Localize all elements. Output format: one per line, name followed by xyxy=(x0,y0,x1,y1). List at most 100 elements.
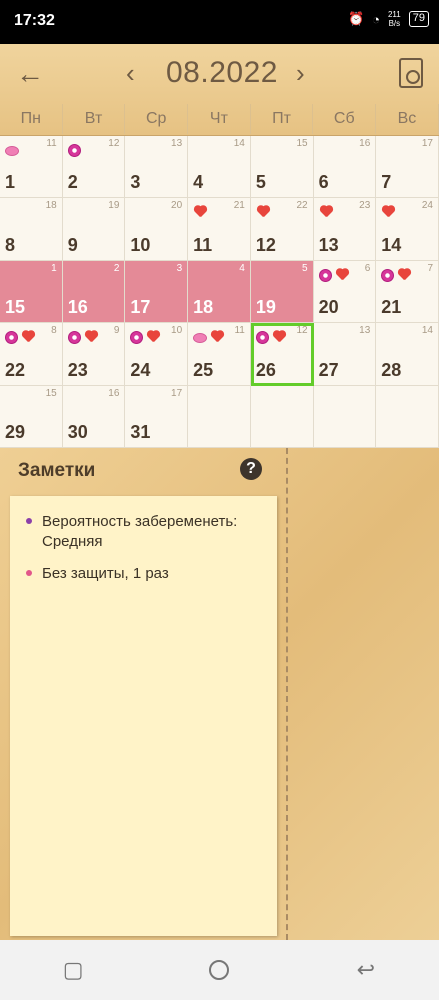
cycle-day-number: 14 xyxy=(233,138,245,149)
heart-icon xyxy=(21,331,35,343)
day-number: 3 xyxy=(130,172,141,193)
day-number: 20 xyxy=(318,297,339,318)
day-cell-6[interactable]: 16 6 xyxy=(313,136,377,199)
day-cell-16[interactable]: 2 16 xyxy=(62,260,126,324)
weekday-label: Пт xyxy=(251,104,314,134)
cycle-day-number: 15 xyxy=(45,387,57,399)
home-icon xyxy=(209,960,230,980)
day-number: 6 xyxy=(318,172,329,193)
day-marks xyxy=(193,206,207,218)
cycle-day-number: 17 xyxy=(421,138,433,149)
weekday-label: Ср xyxy=(125,104,189,134)
network-speed: 211 B/s xyxy=(387,10,401,28)
nav-back-icon[interactable]: ↩ xyxy=(351,955,381,985)
arrow-left-icon[interactable]: ← xyxy=(16,58,44,90)
cycle-day-number: 16 xyxy=(359,138,371,149)
day-cell-23[interactable]: 9 23 xyxy=(62,323,126,386)
notes-list: Вероятность забеременеть: Средняя Без защ… xyxy=(24,512,263,584)
day-cell-7[interactable]: 17 7 xyxy=(376,136,439,199)
flower-icon xyxy=(5,331,18,345)
day-cell-28[interactable]: 14 28 xyxy=(376,323,439,386)
day-number: 21 xyxy=(381,297,402,318)
day-marks xyxy=(256,206,270,218)
day-cell-14[interactable]: 24 14 xyxy=(376,198,439,261)
day-cell-1[interactable]: 11 1 xyxy=(0,136,63,199)
day-cell-25[interactable]: 11 25 xyxy=(188,323,251,386)
day-number: 2 xyxy=(67,172,78,193)
drop-icon xyxy=(5,146,19,156)
heart-icon xyxy=(397,269,411,281)
stitch-divider xyxy=(286,448,288,940)
weekday-label: Пн xyxy=(0,104,63,134)
day-number: 8 xyxy=(5,234,16,255)
day-cell-10[interactable]: 20 10 xyxy=(125,198,189,261)
day-number: 9 xyxy=(67,234,78,255)
weekday-label: Сб xyxy=(313,104,377,134)
day-number: 19 xyxy=(255,297,276,318)
day-cell-24[interactable]: 10 24 xyxy=(125,323,189,386)
day-cell-13[interactable]: 23 13 xyxy=(313,198,377,261)
note-item: Вероятность забеременеть: Средняя xyxy=(24,512,263,552)
cycle-day-number: 8 xyxy=(51,325,57,337)
day-cell-18[interactable]: 4 18 xyxy=(188,260,251,324)
day-cell-26[interactable]: 12 26 xyxy=(250,323,314,386)
day-number: 12 xyxy=(255,234,276,255)
day-cell-4[interactable]: 14 4 xyxy=(188,136,251,199)
status-time: 17:32 xyxy=(14,12,55,29)
flower-icon xyxy=(255,331,269,345)
heart-icon xyxy=(84,331,98,343)
day-number: 15 xyxy=(5,297,26,318)
weekday-label: Чт xyxy=(188,104,251,134)
day-cell-31[interactable]: 17 31 xyxy=(125,385,189,448)
day-cell-30[interactable]: 16 30 xyxy=(62,385,126,448)
chevron-left-icon[interactable]: ‹ xyxy=(126,58,135,89)
heart-icon xyxy=(210,331,224,343)
day-marks xyxy=(130,331,160,345)
cycle-day-number: 16 xyxy=(108,387,120,399)
recent-apps-icon[interactable]: ▢ xyxy=(58,955,88,985)
home-button[interactable] xyxy=(204,955,234,985)
day-cell-3[interactable]: 13 3 xyxy=(125,136,189,199)
day-cell-11[interactable]: 21 11 xyxy=(188,198,251,261)
day-cell-2[interactable]: 12 2 xyxy=(62,136,126,199)
report-icon[interactable] xyxy=(399,58,423,88)
day-number: 29 xyxy=(5,422,26,442)
day-cell-22[interactable]: 8 22 xyxy=(0,323,63,386)
cycle-day-number: 5 xyxy=(302,262,308,274)
note-item: Без защиты, 1 раз xyxy=(24,564,263,584)
day-marks xyxy=(5,331,35,345)
day-cell-29[interactable]: 15 29 xyxy=(0,385,63,448)
drop-icon xyxy=(193,333,208,344)
day-cell-15[interactable]: 1 15 xyxy=(0,260,63,324)
day-cell-17[interactable]: 3 17 xyxy=(125,260,189,324)
day-number: 22 xyxy=(5,359,26,380)
heart-icon xyxy=(335,269,349,281)
day-cell-21[interactable]: 7 21 xyxy=(376,260,439,324)
day-number: 25 xyxy=(193,359,214,380)
day-cell-12[interactable]: 22 12 xyxy=(250,198,314,261)
day-number: 26 xyxy=(255,359,276,380)
cycle-day-number: 3 xyxy=(176,262,183,274)
day-number: 11 xyxy=(193,234,213,255)
day-marks xyxy=(67,144,81,157)
day-marks xyxy=(381,268,411,282)
day-cell-8[interactable]: 18 8 xyxy=(0,198,63,261)
day-number: 18 xyxy=(193,297,214,318)
day-cell-19[interactable]: 5 19 xyxy=(250,260,314,324)
day-cell-5[interactable]: 15 5 xyxy=(250,136,314,199)
day-number: 23 xyxy=(67,359,88,380)
chevron-right-icon[interactable]: › xyxy=(296,58,305,89)
day-cell-9[interactable]: 19 9 xyxy=(62,198,126,261)
empty-day-cell xyxy=(376,385,439,448)
cycle-day-number: 23 xyxy=(359,200,371,212)
help-icon[interactable]: ? xyxy=(240,458,262,480)
day-number: 13 xyxy=(318,234,339,255)
cycle-day-number: 18 xyxy=(45,200,57,212)
weekday-label: Вс xyxy=(376,104,439,134)
cycle-day-number: 13 xyxy=(171,138,183,149)
cycle-day-number: 22 xyxy=(296,200,308,212)
empty-day-cell xyxy=(188,385,251,448)
day-cell-27[interactable]: 13 27 xyxy=(313,323,377,386)
day-cell-20[interactable]: 6 20 xyxy=(313,260,377,324)
flower-icon xyxy=(67,144,81,157)
